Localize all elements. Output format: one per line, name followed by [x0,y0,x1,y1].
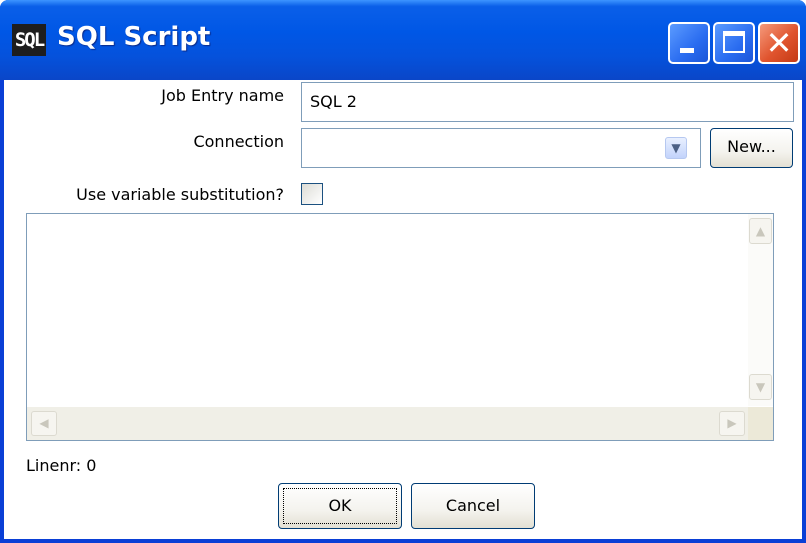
ok-button[interactable]: OK [278,483,402,529]
scroll-up-icon[interactable]: ▲ [749,218,772,244]
maximize-icon [723,31,745,53]
new-button-label: New... [727,137,776,156]
job-entry-name-input[interactable]: SQL 2 [301,82,794,122]
job-entry-name-label: Job Entry name [161,86,284,105]
sql-script-window: SQL SQL Script ✕ Job Entry name SQL 2 Co… [0,0,806,543]
vertical-scrollbar[interactable]: ▲ ▼ [748,214,773,406]
maximize-button[interactable] [713,22,755,64]
scrollbar-corner [748,407,773,440]
variable-substitution-label: Use variable substitution? [76,185,284,204]
variable-substitution-checkbox[interactable] [301,183,323,205]
title-bar[interactable]: SQL SQL Script ✕ [0,0,806,80]
connection-label: Connection [193,132,284,151]
dialog-body: Job Entry name SQL 2 Connection ▼ New...… [4,80,802,539]
line-number-status: Linenr: 0 [26,456,97,475]
close-icon: ✕ [765,24,793,62]
minimize-button[interactable] [668,22,710,64]
connection-select[interactable] [301,128,701,168]
new-connection-button[interactable]: New... [710,128,793,168]
close-button[interactable]: ✕ [758,22,800,64]
sql-app-icon: SQL [12,24,46,56]
cancel-button[interactable]: Cancel [411,483,535,529]
ok-button-label: OK [328,496,352,515]
scroll-down-icon[interactable]: ▼ [749,374,772,400]
minimize-icon [680,48,694,53]
sql-editor[interactable]: ▲ ▼ ◀ ▶ [26,213,774,441]
horizontal-scrollbar[interactable]: ◀ ▶ [27,407,749,440]
window-title: SQL Script [57,22,211,52]
scroll-right-icon[interactable]: ▶ [719,411,745,436]
cancel-button-label: Cancel [445,496,501,515]
chevron-down-icon[interactable]: ▼ [665,137,687,159]
scroll-left-icon[interactable]: ◀ [31,411,57,436]
